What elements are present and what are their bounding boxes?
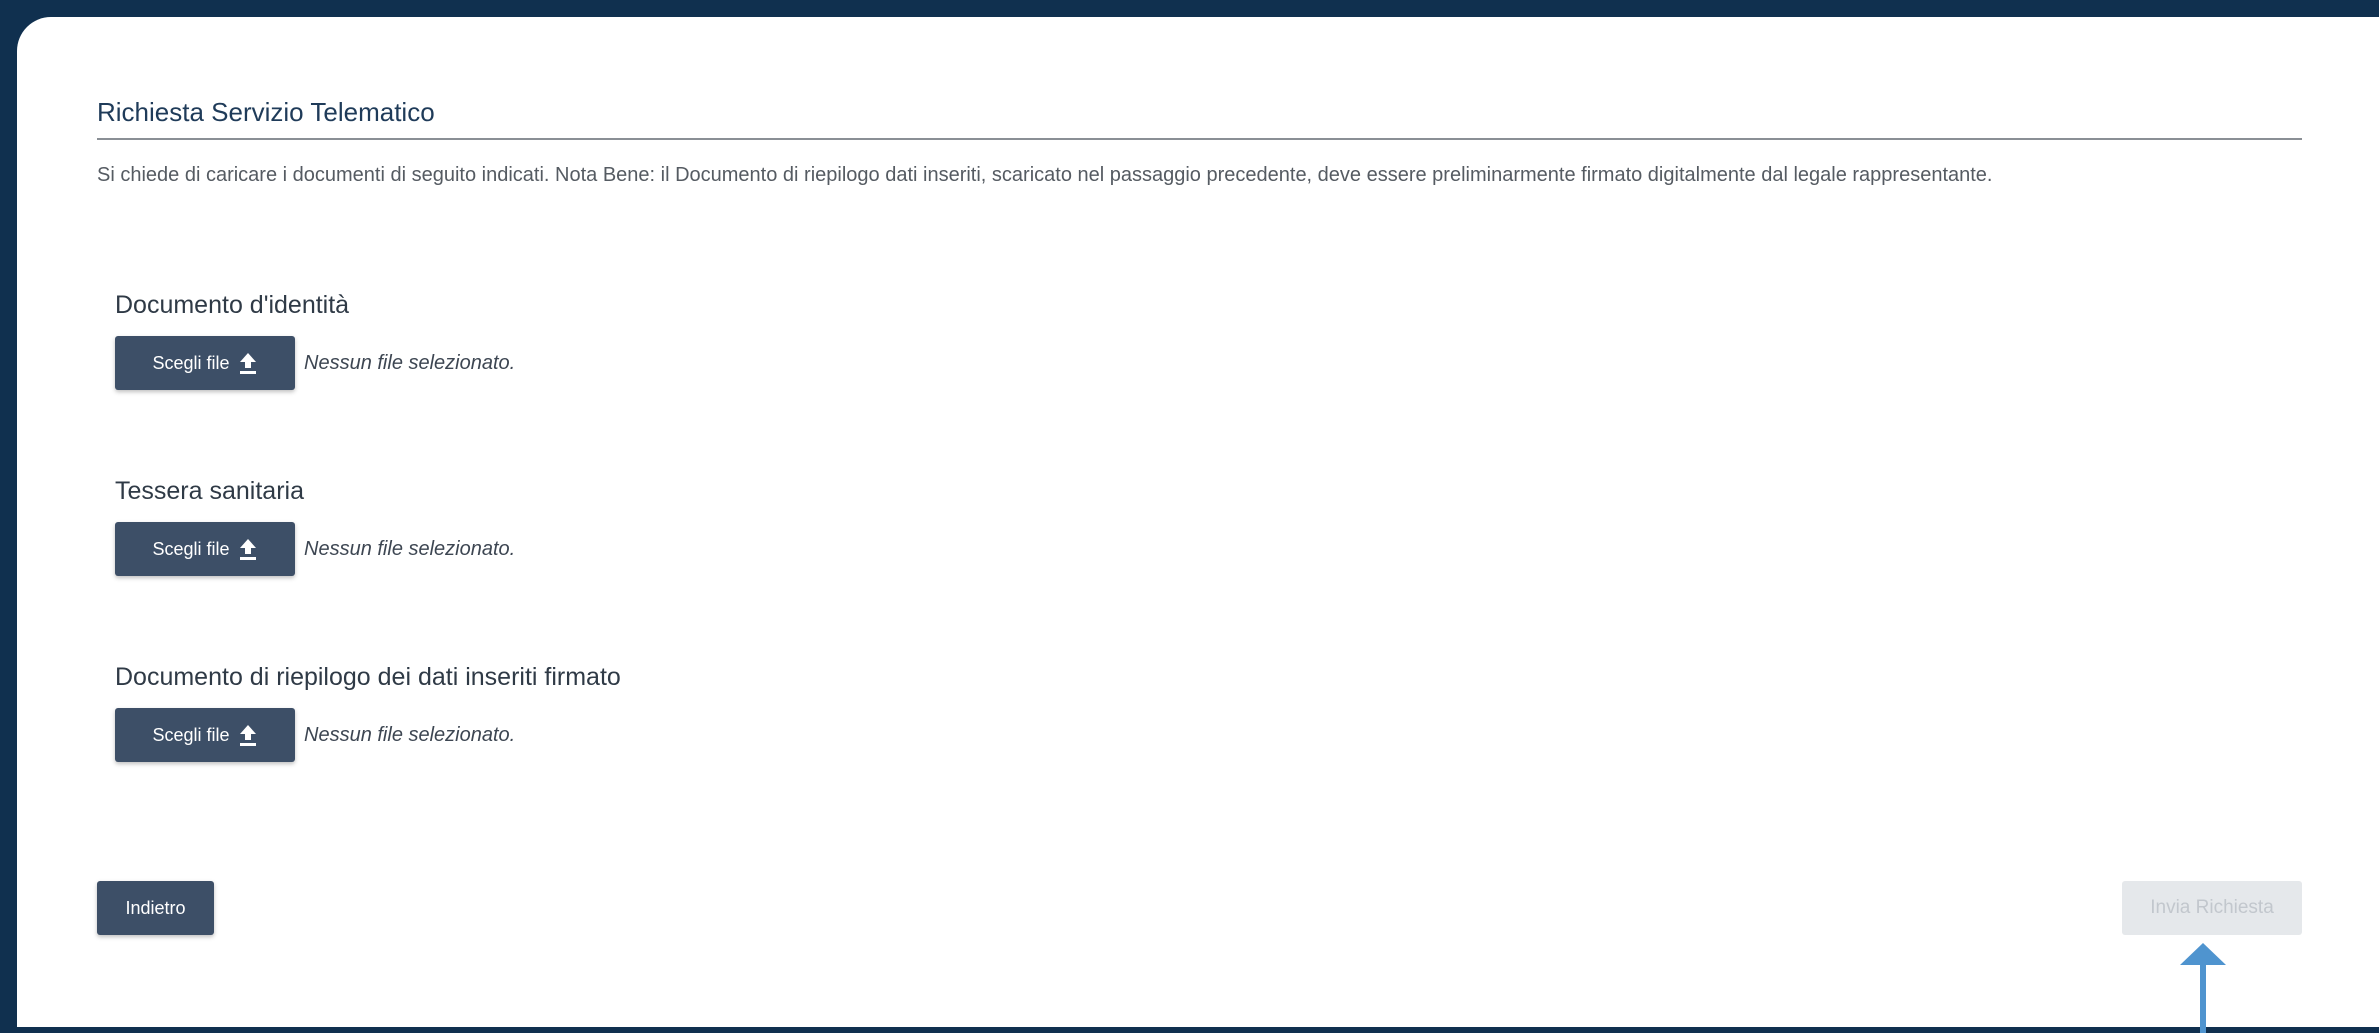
upload-icon — [239, 353, 256, 374]
choose-file-label: Scegli file — [152, 352, 230, 373]
submit-request-button[interactable]: Invia Richiesta — [2122, 881, 2302, 935]
file-input-row: Scegli file Nessun file selezionato. — [115, 522, 515, 576]
upload-icon — [239, 539, 256, 560]
file-input-row: Scegli file Nessun file selezionato. — [115, 708, 621, 762]
upload-group-signed-summary: Documento di riepilogo dei dati inseriti… — [115, 661, 621, 762]
selected-file-status: Nessun file selezionato. — [304, 351, 516, 374]
choose-file-label: Scegli file — [152, 724, 230, 745]
back-button[interactable]: Indietro — [97, 881, 214, 935]
upload-label-health-card: Tessera sanitaria — [115, 477, 304, 505]
choose-file-label: Scegli file — [152, 538, 230, 559]
arrow-up-icon — [2180, 943, 2226, 1033]
file-input-row: Scegli file Nessun file selezionato. — [115, 336, 515, 390]
page-title: Richiesta Servizio Telematico — [97, 95, 2302, 140]
upload-group-identity-document: Documento d'identità Scegli file Nessun … — [115, 289, 515, 390]
choose-file-button-health-card[interactable]: Scegli file — [115, 522, 295, 576]
instructions-text: Si chiede di caricare i documenti di seg… — [97, 164, 1993, 186]
choose-file-button-signed-summary[interactable]: Scegli file — [115, 708, 295, 762]
upload-icon — [239, 725, 256, 746]
upload-label-identity-document: Documento d'identità — [115, 291, 350, 319]
upload-group-health-card: Tessera sanitaria Scegli file Nessun fil… — [115, 475, 515, 576]
choose-file-button-identity-document[interactable]: Scegli file — [115, 336, 295, 390]
selected-file-status: Nessun file selezionato. — [304, 537, 516, 560]
upload-label-signed-summary: Documento di riepilogo dei dati inseriti… — [115, 663, 621, 691]
form-card: Richiesta Servizio Telematico Si chiede … — [17, 17, 2379, 1033]
selected-file-status: Nessun file selezionato. — [304, 723, 516, 746]
